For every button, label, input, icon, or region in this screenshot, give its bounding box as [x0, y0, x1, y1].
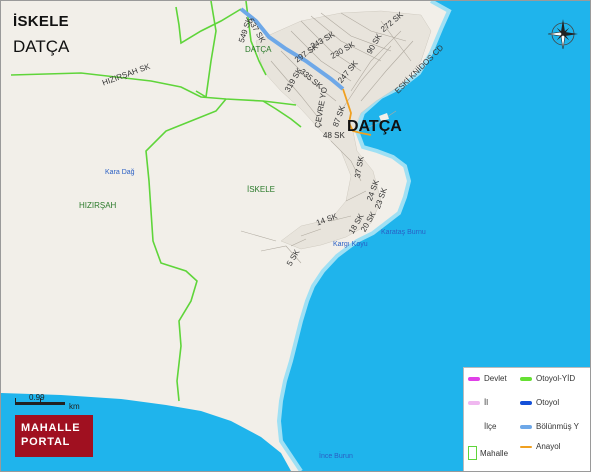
legend-label-ilce: İlçe: [484, 422, 497, 431]
map-title-primary: İSKELE: [13, 13, 69, 30]
legend-label-anayol: Anayol: [536, 442, 561, 451]
legend-swatch-mahalle: [468, 446, 477, 460]
legend-swatch-otoyol-yid: [520, 376, 532, 381]
legend-devlet: Devlet: [468, 374, 507, 383]
place-label-iskele: İSKELE: [247, 185, 276, 194]
neighborhood-boundaries: [10, 1, 302, 402]
place-label-hizirsah: HIZIRŞAH: [79, 201, 117, 210]
logo-line1: MAHALLE: [21, 422, 81, 434]
legend-swatch-anayol: [520, 445, 532, 448]
city-label-datca: DATÇA: [347, 118, 402, 135]
map-title-secondary: DATÇA: [13, 37, 70, 56]
legend-label-il: İl: [484, 398, 488, 407]
legend-ilce: İlçe: [468, 422, 496, 431]
legend-swatch-otoyol: [520, 400, 532, 405]
legend-otoyol: Otoyol: [520, 398, 559, 407]
legend-swatch-bolunmus: [520, 424, 532, 429]
legend-label-otoyol: Otoyol: [536, 398, 560, 407]
scale-bar-line: [15, 398, 65, 405]
legend-swatch-devlet: [468, 376, 480, 381]
legend-swatch-ilce: [468, 425, 480, 429]
poi-kara-dag: Kara Dağ: [105, 169, 135, 176]
legend-mahalle: Mahalle: [468, 446, 508, 460]
map-legend: Devlet Otoyol-YİD İl Otoyol İlçe Bölünmü…: [463, 367, 590, 471]
street-label: 48 SK: [323, 131, 345, 140]
poi-kargi-koyu: Kargı Koyu: [333, 241, 368, 248]
logo-line2: PORTAL: [21, 436, 71, 448]
legend-label-devlet: Devlet: [484, 374, 507, 383]
poi-ince-burun: İnce Burun: [319, 453, 353, 460]
poi-karatas-burnu: Karataş Burnu: [381, 229, 426, 236]
map-frame[interactable]: İSKELE DATÇA DATÇA İSKELE HIZIRŞAH DATÇA…: [0, 0, 591, 472]
legend-il: İl: [468, 398, 488, 407]
legend-label-mahalle: Mahalle: [480, 448, 509, 458]
legend-bolunmus: Bölünmüş Y: [520, 422, 579, 431]
scale-bar: 0.99 km: [15, 393, 85, 413]
compass-icon: [547, 19, 578, 50]
legend-otoyol-yid: Otoyol-YİD: [520, 374, 575, 383]
scale-value: 0.99: [29, 393, 45, 402]
legend-anayol: Anayol: [520, 442, 560, 451]
place-label-datca-small: DATÇA: [245, 45, 272, 54]
legend-label-bolunmus: Bölünmüş Y: [536, 422, 579, 431]
legend-label-otoyol-yid: Otoyol-YİD: [536, 374, 576, 383]
scale-unit: km: [69, 402, 80, 411]
brand-logo[interactable]: MAHALLE PORTAL: [15, 415, 93, 457]
legend-swatch-il: [468, 400, 480, 405]
